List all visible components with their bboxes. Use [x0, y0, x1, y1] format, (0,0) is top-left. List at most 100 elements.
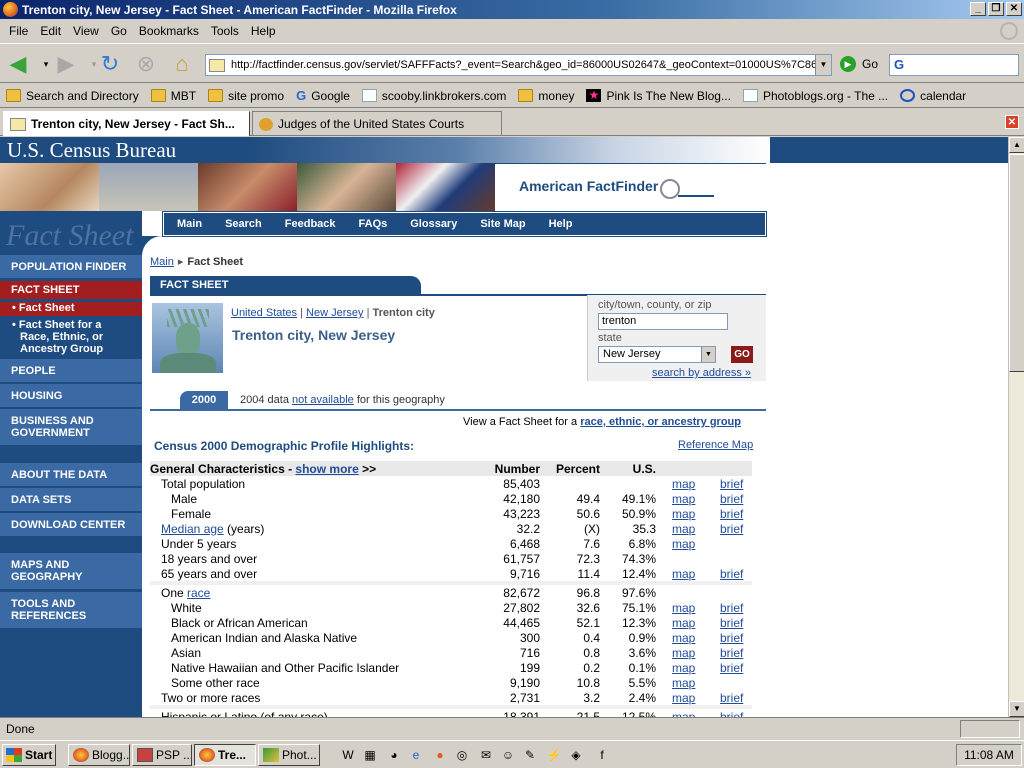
bookmark-site-promo[interactable]: site promo: [208, 89, 284, 103]
url-history-dropdown[interactable]: ▼: [815, 55, 831, 75]
bookmark-search-and-directory[interactable]: Search and Directory: [6, 89, 139, 103]
show-more-link[interactable]: show more: [295, 462, 358, 476]
year-tab-2000[interactable]: 2000: [180, 391, 228, 409]
sidebar-item-about-data[interactable]: ABOUT THE DATA: [0, 463, 142, 488]
brief-link[interactable]: brief: [704, 709, 752, 718]
start-button[interactable]: Start: [2, 744, 56, 766]
menu-go[interactable]: Go: [106, 24, 134, 38]
nav-site-map[interactable]: Site Map: [480, 218, 525, 230]
map-link[interactable]: map: [656, 645, 704, 660]
sidebar-sub-fact-sheet[interactable]: • Fact Sheet: [0, 302, 142, 316]
menu-tools[interactable]: Tools: [206, 24, 246, 38]
brief-link[interactable]: brief: [704, 630, 752, 645]
map-link[interactable]: map: [656, 566, 704, 581]
mail-icon[interactable]: ✉: [478, 747, 494, 763]
scroll-up-icon[interactable]: ▲: [1009, 137, 1024, 153]
map-link[interactable]: map: [656, 476, 704, 491]
row-label-link[interactable]: Median age: [161, 522, 224, 536]
sidebar-item-tools[interactable]: TOOLS AND REFERENCES: [0, 592, 142, 630]
reference-map-link[interactable]: Reference Map: [678, 439, 753, 451]
word-icon[interactable]: W: [340, 747, 356, 763]
sidebar-item-business[interactable]: BUSINESS AND GOVERNMENT: [0, 409, 142, 447]
reload-icon[interactable]: ↻: [96, 51, 124, 77]
map-link[interactable]: map: [656, 630, 704, 645]
bookmark-mbt[interactable]: MBT: [150, 89, 196, 103]
sidebar-item-fact-sheet[interactable]: FACT SHEET: [0, 281, 142, 299]
minimize-button[interactable]: _: [970, 2, 986, 16]
close-button[interactable]: ✕: [1006, 2, 1022, 16]
geo-link-united-states[interactable]: United States: [231, 307, 297, 319]
task-photos[interactable]: Phot...: [258, 744, 320, 766]
home-icon[interactable]: ⌂: [168, 51, 196, 77]
menu-file[interactable]: File: [4, 24, 35, 38]
restore-button[interactable]: ❐: [988, 2, 1004, 16]
map-link[interactable]: map: [656, 615, 704, 630]
ftp-icon[interactable]: ⚡: [546, 747, 562, 763]
edit-icon[interactable]: ✎: [522, 747, 538, 763]
map-link[interactable]: map: [656, 660, 704, 675]
internet-explorer-icon[interactable]: e: [408, 747, 424, 763]
nav-faqs[interactable]: FAQs: [359, 218, 388, 230]
nav-search[interactable]: Search: [225, 218, 262, 230]
media-icon[interactable]: ◈: [568, 747, 584, 763]
bookmark-photoblogs[interactable]: Photoblogs.org - The ...: [742, 89, 888, 103]
sidebar-sub-race-fact-sheet[interactable]: • Fact Sheet for a Race, Ethnic, or Ance…: [12, 319, 103, 355]
breadcrumb-main-link[interactable]: Main: [150, 256, 174, 268]
grid-app-icon[interactable]: ▦: [362, 747, 378, 763]
geo-link-new-jersey[interactable]: New Jersey: [306, 307, 363, 319]
map-link[interactable]: map: [656, 506, 704, 521]
search-by-address-link[interactable]: search by address »: [652, 367, 751, 379]
not-available-link[interactable]: not available: [292, 394, 354, 406]
firefox-quicklaunch-icon[interactable]: ●: [432, 747, 448, 763]
nav-main[interactable]: Main: [177, 218, 202, 230]
forward-arrow-icon[interactable]: ▶: [52, 51, 80, 77]
tab-trenton-fact-sheet[interactable]: Trenton city, New Jersey - Fact Sh...: [3, 111, 250, 136]
race-ethnic-ancestry-link[interactable]: race, ethnic, or ancestry group: [580, 416, 741, 428]
brief-link[interactable]: brief: [704, 566, 752, 581]
bookmark-calendar[interactable]: calendar: [900, 89, 966, 103]
brief-link[interactable]: brief: [704, 615, 752, 630]
sidebar-item-maps[interactable]: MAPS AND GEOGRAPHY: [0, 553, 142, 591]
map-link[interactable]: map: [656, 521, 704, 536]
nav-help[interactable]: Help: [549, 218, 573, 230]
brief-link[interactable]: brief: [704, 645, 752, 660]
tab-judges[interactable]: Judges of the United States Courts: [252, 111, 502, 136]
brief-link[interactable]: brief: [704, 491, 752, 506]
menu-edit[interactable]: Edit: [35, 24, 68, 38]
brief-link[interactable]: brief: [704, 660, 752, 675]
menu-bookmarks[interactable]: Bookmarks: [134, 24, 206, 38]
sidebar-item-download-center[interactable]: DOWNLOAD CENTER: [0, 513, 142, 538]
map-link[interactable]: map: [656, 491, 704, 506]
map-link[interactable]: map: [656, 600, 704, 615]
url-bar[interactable]: http://factfinder.census.gov/servlet/SAF…: [205, 54, 832, 76]
brief-link[interactable]: brief: [704, 506, 752, 521]
messenger-icon[interactable]: ☺: [500, 747, 516, 763]
task-trenton[interactable]: Tre...: [194, 744, 256, 766]
sidebar-item-data-sets[interactable]: DATA SETS: [0, 488, 142, 513]
geo-go-button[interactable]: GO: [731, 346, 753, 363]
bookmark-google[interactable]: G Google: [296, 88, 350, 103]
state-select[interactable]: New Jersey ▼: [598, 346, 716, 363]
american-factfinder-logo[interactable]: American FactFinder: [495, 163, 766, 211]
scrollbar-thumb[interactable]: [1009, 154, 1024, 372]
back-arrow-icon[interactable]: ◀: [4, 51, 32, 77]
search-engine-box[interactable]: G: [889, 54, 1019, 76]
map-link[interactable]: map: [656, 675, 704, 690]
bookmark-scooby[interactable]: scooby.linkbrokers.com: [361, 89, 506, 103]
census-bureau-logo[interactable]: U.S. Census Bureau: [7, 138, 176, 163]
bookmark-money[interactable]: money: [518, 89, 574, 103]
sidebar-item-people[interactable]: PEOPLE: [0, 359, 142, 384]
map-link[interactable]: map: [656, 536, 704, 551]
close-tab-icon[interactable]: ✕: [1005, 115, 1019, 129]
map-link[interactable]: map: [656, 690, 704, 705]
nav-glossary[interactable]: Glossary: [410, 218, 457, 230]
brief-link[interactable]: brief: [704, 690, 752, 705]
menu-help[interactable]: Help: [246, 24, 283, 38]
brief-link[interactable]: brief: [704, 521, 752, 536]
stop-icon[interactable]: ⊗: [132, 51, 160, 77]
font-icon[interactable]: f: [594, 747, 610, 763]
vertical-scrollbar[interactable]: ▲ ▼: [1008, 137, 1024, 717]
color-wheel-icon[interactable]: ◕: [386, 747, 402, 763]
bookmark-pink-blog[interactable]: ★ Pink Is The New Blog...: [586, 89, 731, 103]
sidebar-item-population-finder[interactable]: POPULATION FINDER: [0, 255, 142, 280]
